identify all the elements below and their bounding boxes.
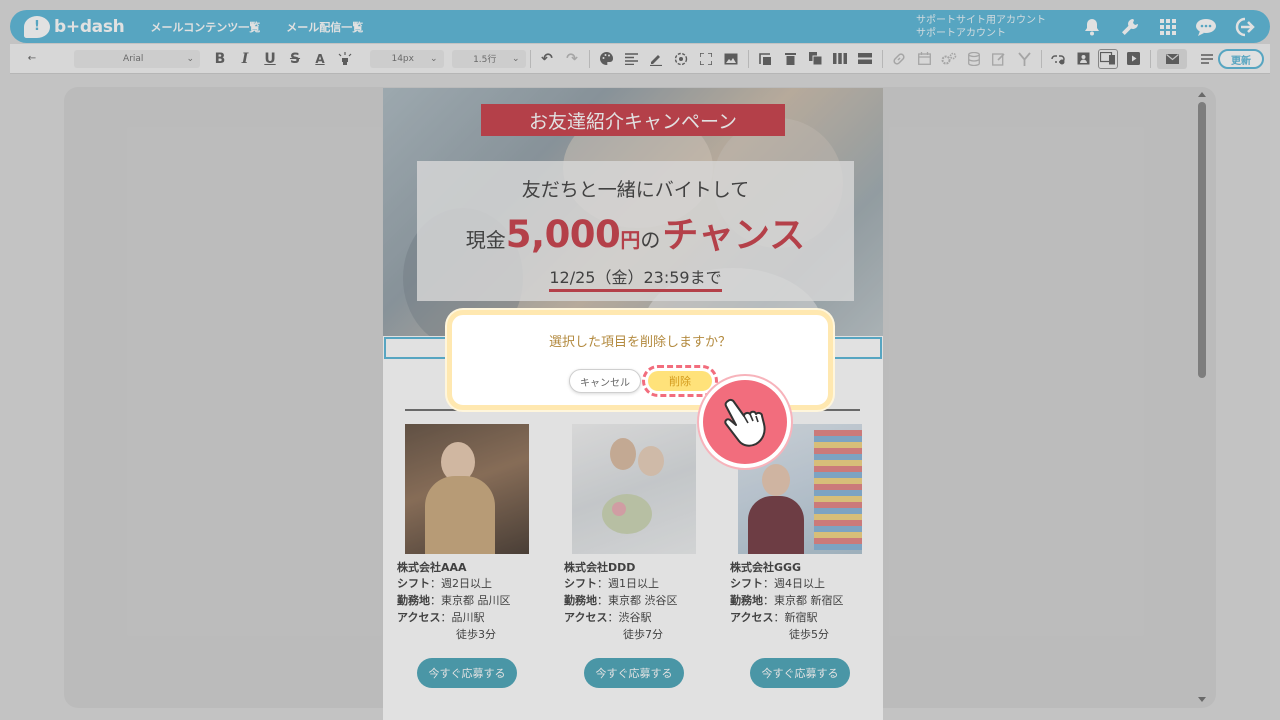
dialog-message: 選択した項目を削除しますか？	[548, 335, 731, 350]
delete-button-highlight[interactable]: 削除	[642, 365, 718, 397]
cancel-button[interactable]: キャンセル	[569, 369, 641, 393]
pointing-hand-icon	[699, 376, 791, 468]
delete-button[interactable]: 削除	[648, 371, 712, 391]
